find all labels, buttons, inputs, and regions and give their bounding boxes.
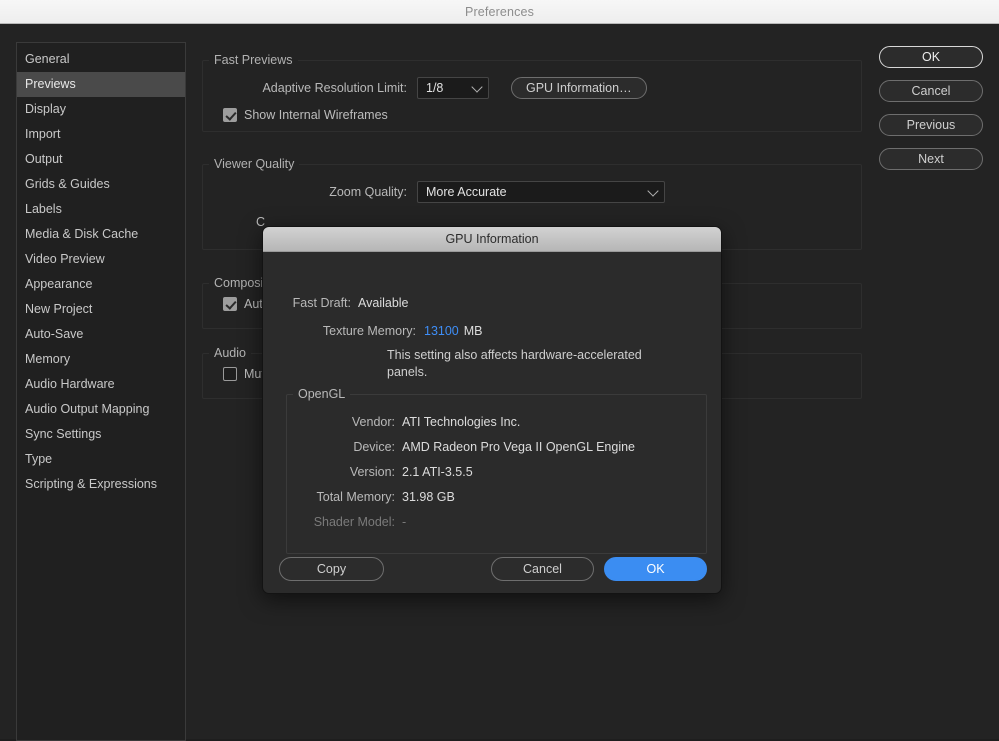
- checkbox-box: [223, 108, 237, 122]
- texture-memory-note: This setting also affects hardware-accel…: [387, 347, 657, 381]
- gpu-information-button[interactable]: GPU Information…: [511, 77, 647, 99]
- group-title-fast-previews: Fast Previews: [209, 53, 298, 67]
- group-title-viewer-quality: Viewer Quality: [209, 157, 299, 171]
- ok-button[interactable]: OK: [879, 46, 983, 68]
- preferences-sidebar[interactable]: General Previews Display Import Output G…: [16, 42, 186, 741]
- row-texture-memory: Texture Memory: 13100 MB: [263, 324, 483, 338]
- gpu-dialog-titlebar: GPU Information: [263, 227, 721, 252]
- opengl-vendor-value: ATI Technologies Inc.: [402, 415, 520, 429]
- group-title-opengl: OpenGL: [293, 387, 350, 401]
- zoom-quality-value: More Accurate: [426, 185, 507, 199]
- window-titlebar: Preferences: [0, 0, 999, 24]
- show-internal-wireframes-label: Show Internal Wireframes: [244, 108, 388, 122]
- group-opengl: OpenGL Vendor: ATI Technologies Inc. Dev…: [286, 394, 707, 554]
- checkbox-box: [223, 297, 237, 311]
- row-show-internal-wireframes: Show Internal Wireframes: [223, 108, 388, 122]
- opengl-total-memory-value: 31.98 GB: [402, 490, 455, 504]
- gpu-copy-button[interactable]: Copy: [279, 557, 384, 581]
- row-opengl-version: Version: 2.1 ATI-3.5.5: [287, 465, 473, 479]
- row-zoom-quality: Zoom Quality: More Accurate: [203, 181, 843, 203]
- opengl-shader-model-value: -: [402, 515, 406, 529]
- sidebar-item-general[interactable]: General: [17, 47, 185, 72]
- opengl-device-label: Device:: [287, 440, 395, 454]
- chevron-down-icon: [471, 81, 482, 92]
- checkbox-box: [223, 367, 237, 381]
- gpu-dialog-footer: Copy Cancel OK: [263, 557, 721, 581]
- sidebar-item-type[interactable]: Type: [17, 447, 185, 472]
- show-internal-wireframes-checkbox[interactable]: Show Internal Wireframes: [223, 108, 388, 122]
- sidebar-item-audio-output-mapping[interactable]: Audio Output Mapping: [17, 397, 185, 422]
- fast-draft-label: Fast Draft:: [263, 296, 351, 310]
- sidebar-item-new-project[interactable]: New Project: [17, 297, 185, 322]
- sidebar-item-output[interactable]: Output: [17, 147, 185, 172]
- row-opengl-total-memory: Total Memory: 31.98 GB: [287, 490, 455, 504]
- adaptive-resolution-select[interactable]: 1/8: [417, 77, 489, 99]
- group-fast-previews: Fast Previews Adaptive Resolution Limit:…: [202, 60, 862, 132]
- dialog-button-column: OK Cancel Previous Next: [879, 46, 983, 170]
- sidebar-item-video-preview[interactable]: Video Preview: [17, 247, 185, 272]
- sidebar-item-memory[interactable]: Memory: [17, 347, 185, 372]
- group-title-audio: Audio: [209, 346, 251, 360]
- gpu-cancel-button[interactable]: Cancel: [491, 557, 594, 581]
- preferences-body: General Previews Display Import Output G…: [0, 24, 999, 739]
- sidebar-item-sync-settings[interactable]: Sync Settings: [17, 422, 185, 447]
- opengl-version-value: 2.1 ATI-3.5.5: [402, 465, 473, 479]
- gpu-dialog-title: GPU Information: [445, 232, 538, 246]
- gpu-ok-button[interactable]: OK: [604, 557, 707, 581]
- sidebar-item-auto-save[interactable]: Auto-Save: [17, 322, 185, 347]
- row-fast-draft: Fast Draft: Available: [263, 296, 409, 310]
- opengl-shader-model-label: Shader Model:: [287, 515, 395, 529]
- sidebar-item-audio-hardware[interactable]: Audio Hardware: [17, 372, 185, 397]
- opengl-device-value: AMD Radeon Pro Vega II OpenGL Engine: [402, 440, 635, 454]
- sidebar-item-display[interactable]: Display: [17, 97, 185, 122]
- row-opengl-shader-model: Shader Model: -: [287, 515, 406, 529]
- opengl-vendor-label: Vendor:: [287, 415, 395, 429]
- sidebar-item-appearance[interactable]: Appearance: [17, 272, 185, 297]
- sidebar-item-grids-and-guides[interactable]: Grids & Guides: [17, 172, 185, 197]
- row-adaptive-resolution: Adaptive Resolution Limit: 1/8 GPU Infor…: [203, 77, 843, 99]
- chevron-down-icon: [647, 185, 658, 196]
- sidebar-item-previews[interactable]: Previews: [17, 72, 185, 97]
- texture-memory-value[interactable]: 13100: [424, 324, 459, 338]
- preferences-window: Preferences General Previews Display Imp…: [0, 0, 999, 739]
- fast-draft-value: Available: [358, 296, 409, 310]
- adaptive-resolution-value: 1/8: [426, 81, 443, 95]
- texture-memory-unit: MB: [464, 324, 483, 338]
- opengl-total-memory-label: Total Memory:: [287, 490, 395, 504]
- row-opengl-vendor: Vendor: ATI Technologies Inc.: [287, 415, 520, 429]
- sidebar-item-labels[interactable]: Labels: [17, 197, 185, 222]
- row-opengl-device: Device: AMD Radeon Pro Vega II OpenGL En…: [287, 440, 635, 454]
- sidebar-item-import[interactable]: Import: [17, 122, 185, 147]
- gpu-dialog-content: Fast Draft: Available Texture Memory: 13…: [263, 252, 721, 594]
- next-button[interactable]: Next: [879, 148, 983, 170]
- adaptive-resolution-label: Adaptive Resolution Limit:: [203, 81, 407, 95]
- zoom-quality-label: Zoom Quality:: [203, 185, 407, 199]
- previous-button[interactable]: Previous: [879, 114, 983, 136]
- gpu-information-dialog: GPU Information Fast Draft: Available Te…: [262, 226, 722, 594]
- viewer-quality-second-label: C: [203, 215, 265, 229]
- sidebar-item-media-and-disk-cache[interactable]: Media & Disk Cache: [17, 222, 185, 247]
- sidebar-item-scripting-and-expressions[interactable]: Scripting & Expressions: [17, 472, 185, 497]
- cancel-button[interactable]: Cancel: [879, 80, 983, 102]
- zoom-quality-select[interactable]: More Accurate: [417, 181, 665, 203]
- opengl-version-label: Version:: [287, 465, 395, 479]
- window-title: Preferences: [465, 5, 534, 19]
- texture-memory-label: Texture Memory:: [263, 324, 416, 338]
